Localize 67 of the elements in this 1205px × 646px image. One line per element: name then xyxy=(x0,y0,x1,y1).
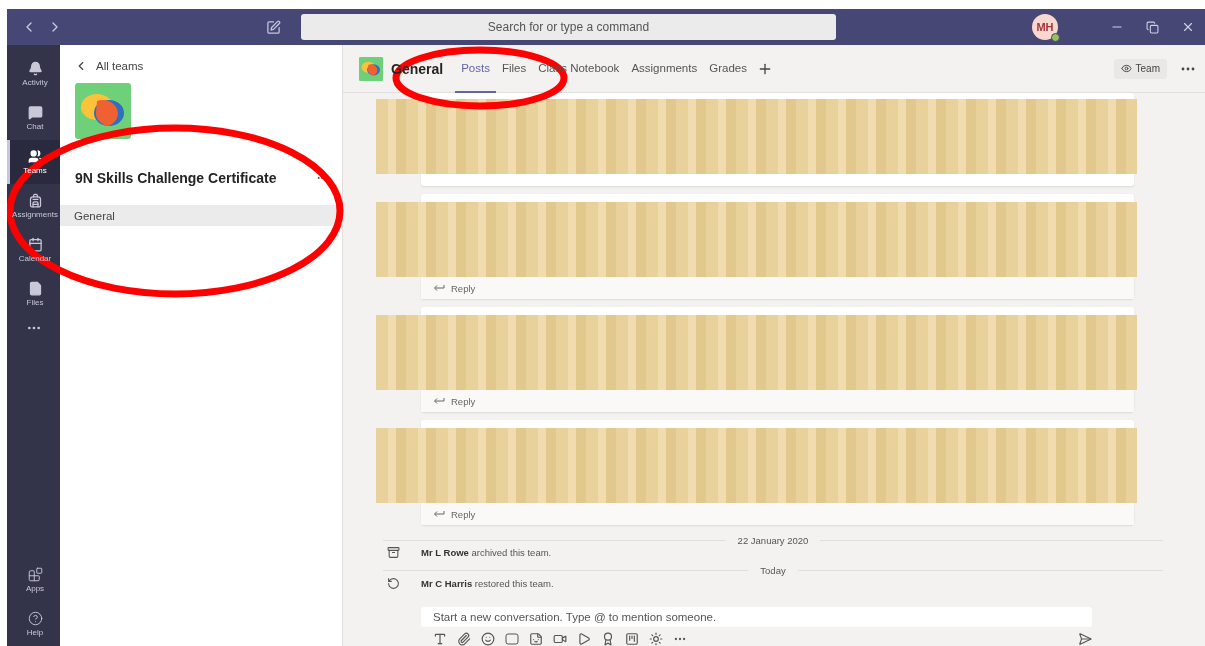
user-avatar[interactable]: MH xyxy=(1032,14,1058,40)
bell-icon xyxy=(27,61,43,76)
file-icon xyxy=(27,281,43,296)
reply-button[interactable]: Reply xyxy=(433,395,476,407)
maximize-button[interactable] xyxy=(1146,20,1159,34)
format-icon xyxy=(433,632,447,646)
channel-tab[interactable]: Grades xyxy=(703,44,753,93)
channel-item[interactable]: General xyxy=(60,205,342,226)
video-icon xyxy=(553,632,567,646)
event-text: Mr L Rowe archived this team. xyxy=(421,547,552,559)
team-logo xyxy=(359,56,383,81)
date-divider: Today xyxy=(760,565,786,577)
format-button[interactable] xyxy=(433,632,447,646)
apps-icon xyxy=(27,567,43,582)
compose-field[interactable]: Start a new conversation. Type @ to mention someone. xyxy=(421,606,1092,627)
reply-button[interactable]: Reply xyxy=(433,282,476,294)
eye-icon xyxy=(1120,63,1132,74)
rail-item[interactable]: Files xyxy=(7,272,60,316)
reply-button[interactable]: Reply xyxy=(433,508,476,520)
more-icon xyxy=(1181,66,1195,71)
reply-icon xyxy=(433,396,445,406)
sticker-button[interactable] xyxy=(529,632,543,646)
close-icon xyxy=(1181,20,1195,34)
compose-icon xyxy=(266,19,281,35)
close-button[interactable] xyxy=(1181,20,1195,34)
praise-button[interactable] xyxy=(601,632,615,646)
search-field[interactable]: Search for or type a command xyxy=(301,14,836,40)
attach-button[interactable] xyxy=(457,632,471,646)
team-name: 9N Skills Challenge Certificate xyxy=(75,170,277,186)
reply-icon xyxy=(433,283,445,293)
play-icon xyxy=(577,632,591,646)
team-logo xyxy=(75,83,131,139)
rail-item[interactable]: Activity xyxy=(7,52,60,96)
all-teams-link[interactable]: All teams xyxy=(60,59,342,73)
board-button[interactable] xyxy=(625,632,639,646)
calendar-icon xyxy=(27,237,43,252)
backpack-icon xyxy=(27,193,43,208)
presence-dot xyxy=(1051,33,1060,42)
stream-button[interactable] xyxy=(577,632,591,646)
archive-icon xyxy=(387,546,400,560)
sticker-icon xyxy=(529,632,543,646)
reply-icon xyxy=(433,509,445,519)
restore-window-icon xyxy=(1146,20,1159,34)
send-icon xyxy=(1078,632,1092,646)
sun-button[interactable] xyxy=(649,632,663,646)
sun-icon xyxy=(649,632,663,646)
help-icon xyxy=(27,611,43,626)
channel-tab[interactable]: Assignments xyxy=(625,44,704,93)
chat-icon xyxy=(27,105,43,120)
teams-icon xyxy=(27,149,43,164)
paperclip-icon xyxy=(457,632,471,646)
date-divider: 22 January 2020 xyxy=(737,535,809,546)
send-button[interactable] xyxy=(1078,632,1092,646)
emoji-button[interactable] xyxy=(481,632,495,646)
smiley-icon xyxy=(481,632,495,646)
meet-button[interactable] xyxy=(553,632,567,646)
event-text: Mr C Harris restored this team. xyxy=(421,577,554,589)
more-button[interactable] xyxy=(1181,66,1195,71)
board-icon xyxy=(625,632,639,646)
award-icon xyxy=(601,632,615,646)
restore-icon xyxy=(387,576,400,590)
team-button[interactable]: Team xyxy=(1113,58,1167,79)
rail-item[interactable]: Apps xyxy=(7,558,60,602)
rail-item[interactable]: Chat xyxy=(7,96,60,140)
channel-tab[interactable]: Files xyxy=(495,44,533,93)
rail-item[interactable]: Help xyxy=(7,602,60,646)
new-chat-button[interactable] xyxy=(266,19,281,35)
